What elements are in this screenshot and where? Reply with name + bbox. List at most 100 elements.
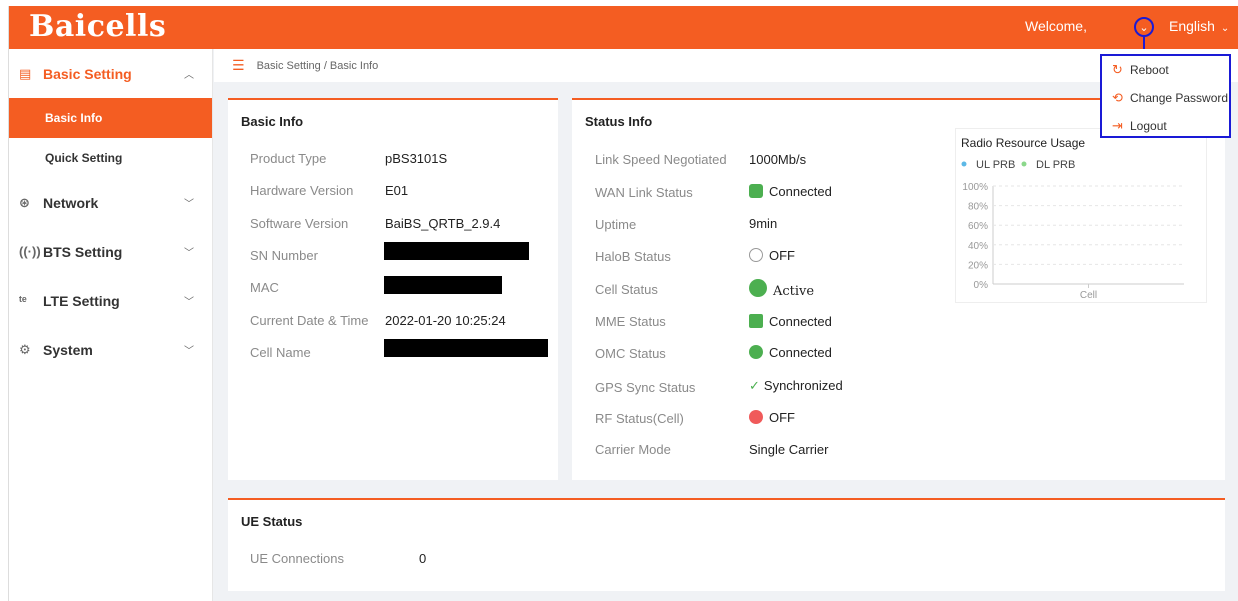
chart-title: Radio Resource Usage xyxy=(961,136,1085,150)
app-frame: Baicells Welcome, ⌄ English ⌄ ▤ Basic Set… xyxy=(8,6,1238,601)
user-menu-toggle[interactable]: ⌄ xyxy=(1134,17,1154,37)
chevron-down-icon: ﹀ xyxy=(184,297,194,308)
hardware-version-value: E01 xyxy=(385,183,409,198)
redacted-sn-number xyxy=(384,242,529,260)
language-label: English xyxy=(1169,18,1215,34)
sidebar: ▤ Basic Setting ︿ Basic Info Quick Setti… xyxy=(9,49,213,601)
halob-status-text: OFF xyxy=(769,248,795,263)
wan-link-status-value: Connected xyxy=(749,184,832,199)
carrier-mode-label: Carrier Mode xyxy=(595,442,671,457)
ue-connections-label: UE Connections xyxy=(250,551,344,566)
change-password-menu-item[interactable]: ⟲ Change Password xyxy=(1102,84,1229,112)
key-icon: ⟲ xyxy=(1112,90,1123,105)
legend-marker xyxy=(1021,161,1027,167)
sidebar-group-lte-setting[interactable]: ᵗᵉ LTE Setting ﹀ xyxy=(9,276,212,325)
uptime-label: Uptime xyxy=(595,217,637,232)
sidebar-group-label: Network xyxy=(43,194,99,211)
cell-status-value: Active xyxy=(749,279,814,299)
cell-name-label: Cell Name xyxy=(250,345,311,360)
mme-connected-icon xyxy=(749,314,763,328)
welcome-text: Welcome, xyxy=(1025,18,1087,34)
sidebar-group-label: LTE Setting xyxy=(43,292,120,309)
card-title: Status Info xyxy=(585,114,653,129)
y-tick-label: 20% xyxy=(968,260,988,271)
hardware-version-label: Hardware Version xyxy=(250,183,354,198)
mme-status-label: MME Status xyxy=(595,314,666,329)
uptime-value: 9min xyxy=(749,216,778,231)
halob-status-value: OFF xyxy=(749,248,795,263)
rf-status-value: OFF xyxy=(749,410,795,425)
wan-connected-icon xyxy=(749,184,763,198)
user-dropdown-menu: ↻ Reboot ⟲ Change Password ⇥ Logout xyxy=(1100,54,1231,138)
rf-status-text: OFF xyxy=(769,410,795,425)
rf-status-label: RF Status(Cell) xyxy=(595,411,684,426)
redacted-mac xyxy=(384,276,502,294)
mme-status-text: Connected xyxy=(769,314,832,329)
legend-marker xyxy=(961,161,967,167)
breadcrumb-bar: ☰ Basic Setting / Basic Info xyxy=(214,49,1238,82)
legend-label: UL PRB xyxy=(976,159,1015,171)
rf-off-icon xyxy=(749,410,763,424)
link-speed-value: 1000Mb/s xyxy=(749,152,807,167)
chart-legend: UL PRB DL PRB xyxy=(961,159,1075,171)
logo: Baicells xyxy=(29,9,167,44)
radio-resource-chart: Radio Resource Usage UL PRB DL PRB 100% 80… xyxy=(955,128,1207,303)
sidebar-group-basic-setting[interactable]: ▤ Basic Setting ︿ xyxy=(9,49,212,98)
link-speed-label: Link Speed Negotiated xyxy=(595,152,727,167)
product-type-value: pBS3101S xyxy=(385,151,448,166)
gear-icon: ⚙ xyxy=(19,341,31,357)
halob-off-icon xyxy=(749,248,763,262)
status-info-card: Status Info Link Speed Negotiated 1000Mb… xyxy=(572,98,1225,480)
collapse-menu-icon[interactable]: ☰ xyxy=(232,57,245,74)
reboot-icon: ↻ xyxy=(1112,62,1123,77)
cell-active-icon xyxy=(749,279,767,297)
sidebar-group-label: Basic Setting xyxy=(43,65,132,82)
check-icon: ✓ xyxy=(749,378,760,393)
sidebar-group-bts-setting[interactable]: ((·)) BTS Setting ﹀ xyxy=(9,227,212,276)
sidebar-group-label: System xyxy=(43,341,93,358)
logout-icon: ⇥ xyxy=(1112,118,1123,133)
sidebar-group-label: BTS Setting xyxy=(43,243,123,260)
wan-link-status-text: Connected xyxy=(769,184,832,199)
omc-connected-icon xyxy=(749,345,763,359)
menu-item-label: Logout xyxy=(1130,119,1167,133)
sidebar-group-network[interactable]: ⊛ Network ﹀ xyxy=(9,178,212,227)
mac-label: MAC xyxy=(250,280,279,295)
cell-status-label: Cell Status xyxy=(595,282,658,297)
ue-status-card: UE Status UE Connections 0 xyxy=(228,498,1225,591)
software-version-value: BaiBS_QRTB_2.9.4 xyxy=(385,216,501,231)
chevron-down-icon: ﹀ xyxy=(184,248,194,259)
chart-plot: 100% 80% 60% 40% 20% 0% Cell xyxy=(962,182,1184,301)
current-date-time-value: 2022-01-20 10:25:24 xyxy=(385,313,506,328)
network-icon: ⊛ xyxy=(19,194,30,210)
halob-status-label: HaloB Status xyxy=(595,249,671,264)
reboot-menu-item[interactable]: ↻ Reboot xyxy=(1102,56,1229,84)
wan-link-status-label: WAN Link Status xyxy=(595,185,693,200)
card-title: UE Status xyxy=(241,514,303,529)
sidebar-group-system[interactable]: ⚙ System ﹀ xyxy=(9,325,212,374)
product-type-label: Product Type xyxy=(250,151,327,166)
antenna-icon: ((·)) xyxy=(19,244,41,259)
sn-number-label: SN Number xyxy=(250,248,318,263)
sidebar-item-basic-info[interactable]: Basic Info xyxy=(9,98,212,138)
radio-resource-chart-svg: Radio Resource Usage UL PRB DL PRB 100% 80… xyxy=(961,136,1184,301)
x-tick-label: Cell xyxy=(1080,290,1097,301)
omc-status-label: OMC Status xyxy=(595,346,666,361)
top-bar: Baicells Welcome, ⌄ English ⌄ xyxy=(9,6,1238,49)
gps-sync-status-value: ✓ Synchronized xyxy=(749,378,843,394)
y-tick-label: 0% xyxy=(974,280,989,291)
omc-status-text: Connected xyxy=(769,345,832,360)
current-date-time-label: Current Date & Time xyxy=(250,313,369,328)
menu-item-label: Reboot xyxy=(1130,63,1169,77)
chevron-down-icon: ﹀ xyxy=(184,346,194,357)
language-select[interactable]: English ⌄ xyxy=(1169,18,1229,34)
document-icon: ▤ xyxy=(19,65,32,81)
y-tick-label: 40% xyxy=(968,241,988,252)
basic-info-card: Basic Info Product Type pBS3101S Hardwar… xyxy=(228,98,558,480)
chevron-down-icon: ⌄ xyxy=(1139,21,1149,34)
cell-status-text: Active xyxy=(773,284,815,299)
breadcrumb: Basic Setting / Basic Info xyxy=(256,59,379,72)
menu-item-label: Change Password xyxy=(1130,91,1229,105)
sidebar-item-quick-setting[interactable]: Quick Setting xyxy=(9,138,212,178)
logout-menu-item[interactable]: ⇥ Logout xyxy=(1102,112,1229,140)
